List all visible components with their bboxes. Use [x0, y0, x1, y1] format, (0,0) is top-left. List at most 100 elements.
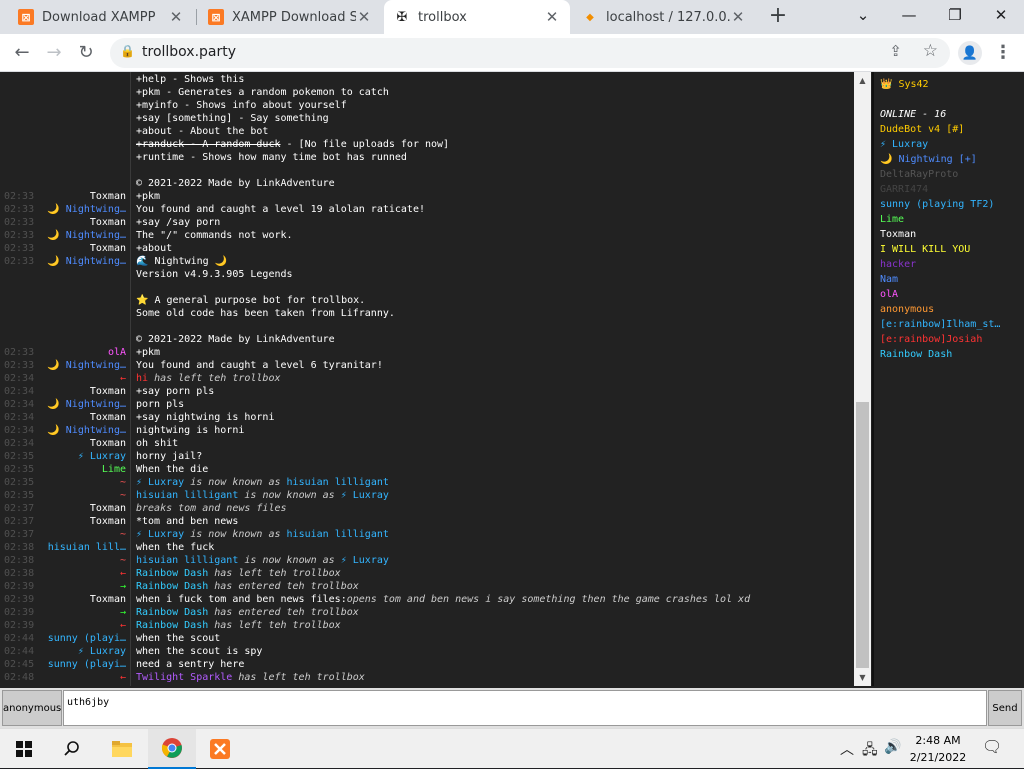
tab-phpmyadmin[interactable]: ◆ localhost / 127.0.0.1 | p ✕: [572, 0, 756, 34]
close-icon[interactable]: ✕: [730, 8, 746, 26]
tab-xampp-download-success[interactable]: ⊠ XAMPP Download Suc ✕: [198, 0, 382, 34]
reload-button[interactable]: ↻: [74, 41, 98, 65]
volume-icon[interactable]: 🔊: [884, 739, 901, 755]
tab-download-xampp[interactable]: ⊠ Download XAMPP ✕: [8, 0, 194, 34]
message-nick[interactable]: Toxman: [40, 216, 126, 229]
rename-new: hisuian lilligant: [286, 477, 389, 488]
menu-icon[interactable]: ⋮: [994, 41, 1012, 65]
tab-trollbox[interactable]: ✠ trollbox ✕: [384, 0, 570, 34]
message-nick[interactable]: 🌙 Nightwing…: [40, 398, 126, 411]
user-list-item[interactable]: sunny (playing TF2): [880, 197, 1020, 212]
new-tab-button[interactable]: +: [766, 4, 790, 28]
chat-message-row: 02:44 sunny (playi… when the scout: [0, 632, 854, 645]
user-list-item[interactable]: [e:rainbow]Josiah: [880, 332, 1020, 347]
network-icon[interactable]: 🖧: [862, 739, 878, 763]
close-icon[interactable]: ✕: [168, 8, 184, 26]
user-list-item[interactable]: DeltaRayProto: [880, 167, 1020, 182]
message-nick[interactable]: →: [40, 606, 126, 619]
message-nick[interactable]: Toxman: [40, 437, 126, 450]
message-nick[interactable]: ~: [40, 476, 126, 489]
message-timestamp: 02:33: [4, 217, 35, 228]
message-nick[interactable]: Toxman: [40, 385, 126, 398]
message-nick[interactable]: ~: [40, 554, 126, 567]
user-list-item[interactable]: [e:rainbow]Ilham_st…: [880, 317, 1020, 332]
message-body: horny jail?: [136, 451, 203, 462]
message-timestamp: 02:37: [4, 529, 35, 540]
user-list-item[interactable]: ⚡ Luxray: [880, 137, 1020, 152]
message-nick[interactable]: 🌙 Nightwing…: [40, 203, 126, 216]
message-nick[interactable]: Toxman: [40, 411, 126, 424]
message-text: +say /say porn: [136, 216, 220, 229]
message-nick[interactable]: ←: [40, 567, 126, 580]
message-nick[interactable]: ⚡ Luxray: [40, 645, 126, 658]
nickname-button[interactable]: anonymous: [2, 690, 62, 726]
close-icon[interactable]: ✕: [544, 8, 560, 26]
message-nick[interactable]: Toxman: [40, 593, 126, 606]
system-clock[interactable]: 2:48 AM 2/21/2022: [900, 732, 976, 766]
scroll-up-arrow[interactable]: ▲: [854, 72, 871, 89]
user-list-item[interactable]: I WILL KILL YOU: [880, 242, 1020, 257]
scroll-down-arrow[interactable]: ▼: [854, 669, 871, 686]
message-nick[interactable]: ←: [40, 372, 126, 385]
file-explorer-icon[interactable]: [98, 729, 146, 769]
forward-button[interactable]: →: [42, 41, 66, 65]
windows-start-icon[interactable]: [0, 729, 48, 769]
user-list-item[interactable]: DudeBot v4 [#]: [880, 122, 1020, 137]
url-text[interactable]: trollbox.party: [142, 44, 236, 60]
message-input[interactable]: uth6jby: [63, 690, 987, 726]
chat-scrollbar[interactable]: ▲ ▼: [854, 72, 871, 686]
message-nick[interactable]: ←: [40, 671, 126, 684]
message-nick[interactable]: ←: [40, 619, 126, 632]
lock-icon[interactable]: 🔒: [120, 44, 135, 58]
message-nick[interactable]: Lime: [40, 463, 126, 476]
user-list-item[interactable]: Nam: [880, 272, 1020, 287]
chevron-down-icon[interactable]: ⌄: [840, 0, 886, 30]
chrome-icon[interactable]: [148, 729, 196, 769]
user-list-item[interactable]: Lime: [880, 212, 1020, 227]
message-nick[interactable]: olA: [40, 346, 126, 359]
message-text: breaks tom and news files: [136, 502, 287, 515]
user-list-item[interactable]: Rainbow Dash: [880, 347, 1020, 362]
share-icon[interactable]: ⇪: [889, 42, 902, 60]
message-nick[interactable]: ⚡ Luxray: [40, 450, 126, 463]
message-nick[interactable]: ~: [40, 489, 126, 502]
message-body: +help - Shows this: [136, 74, 245, 85]
address-bar[interactable]: 🔒 trollbox.party ⇪ ☆: [110, 38, 950, 68]
back-button[interactable]: ←: [10, 41, 34, 65]
message-nick[interactable]: Toxman: [40, 515, 126, 528]
chat-message-row: +randuck - A random duck - [No file uplo…: [0, 138, 854, 151]
message-nick[interactable]: ~: [40, 528, 126, 541]
minimize-button[interactable]: —: [886, 0, 932, 30]
scrollbar-thumb[interactable]: [856, 402, 869, 668]
message-nick[interactable]: Toxman: [40, 502, 126, 515]
restore-button[interactable]: ❐: [932, 0, 978, 30]
user-list-item[interactable]: GARRI474: [880, 182, 1020, 197]
star-icon[interactable]: ☆: [923, 41, 938, 61]
search-icon[interactable]: [48, 729, 96, 769]
user-list-item[interactable]: hacker: [880, 257, 1020, 272]
message-nick[interactable]: 🌙 Nightwing…: [40, 424, 126, 437]
send-button[interactable]: Send: [988, 690, 1022, 726]
xampp-taskbar-icon[interactable]: [196, 729, 244, 769]
message-nick[interactable]: sunny (playi…: [40, 658, 126, 671]
user-list-item[interactable]: anonymous: [880, 302, 1020, 317]
close-window-button[interactable]: ✕: [978, 0, 1024, 30]
user-list-item[interactable]: olA: [880, 287, 1020, 302]
profile-avatar[interactable]: 👤: [958, 41, 982, 65]
message-nick[interactable]: sunny (playi…: [40, 632, 126, 645]
message-nick[interactable]: Toxman: [40, 190, 126, 203]
message-nick[interactable]: 🌙 Nightwing…: [40, 359, 126, 372]
online-count: ONLINE - 16: [880, 109, 947, 120]
message-nick[interactable]: Toxman: [40, 242, 126, 255]
message-nick[interactable]: 🌙 Nightwing…: [40, 255, 126, 268]
close-icon[interactable]: ✕: [356, 8, 372, 26]
event-text: has left teh trollbox: [148, 373, 281, 384]
event-user: hi: [136, 373, 149, 384]
message-nick[interactable]: →: [40, 580, 126, 593]
message-nick[interactable]: hisuian lill…: [40, 541, 126, 554]
chevron-up-icon[interactable]: ︿: [840, 739, 854, 759]
message-nick[interactable]: 🌙 Nightwing…: [40, 229, 126, 242]
user-list-item[interactable]: 🌙 Nightwing [+]: [880, 152, 1020, 167]
user-list-item[interactable]: Toxman: [880, 227, 1020, 242]
notification-icon[interactable]: 🗨: [982, 737, 1002, 756]
